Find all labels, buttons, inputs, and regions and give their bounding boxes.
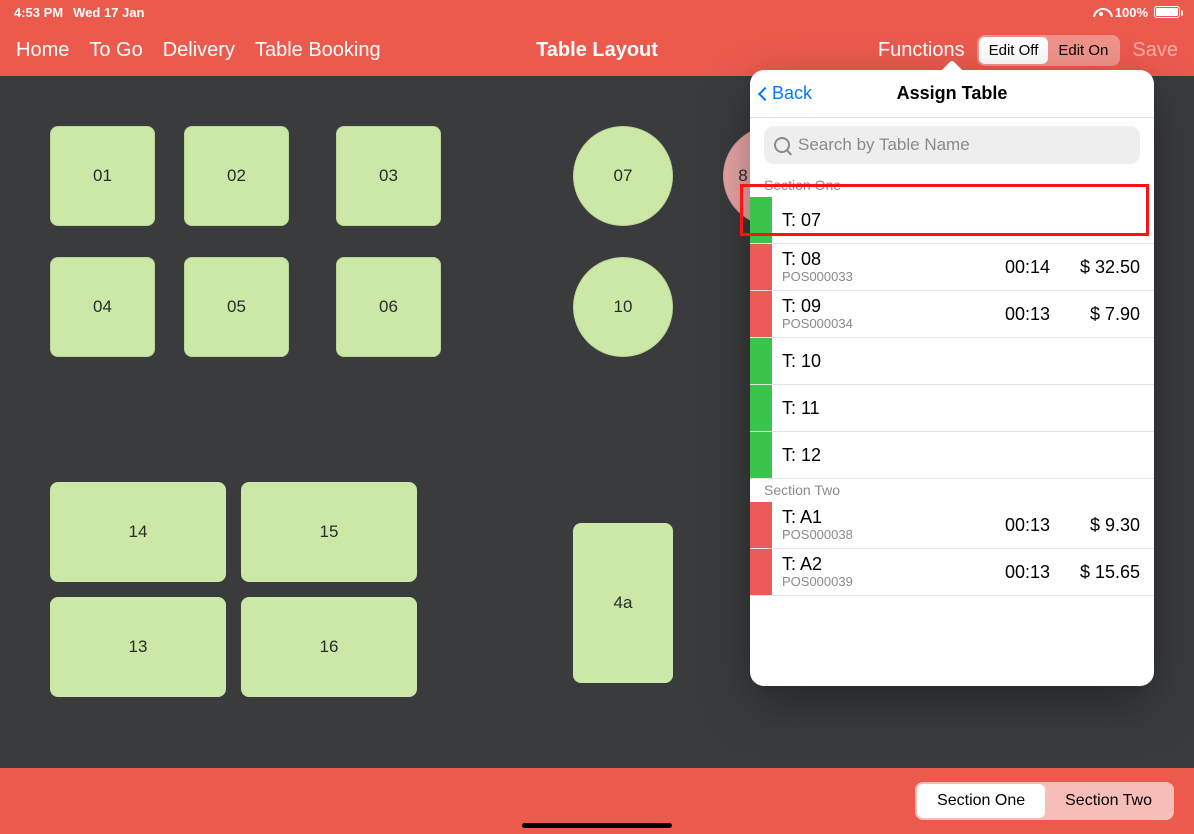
nav-delivery[interactable]: Delivery <box>163 39 235 62</box>
search-placeholder: Search by Table Name <box>798 135 970 155</box>
list-row-t11[interactable]: T: 11 <box>750 385 1154 432</box>
list-row-t07[interactable]: T: 07 <box>750 197 1154 244</box>
status-bar: 4:53 PM Wed 17 Jan 100% <box>0 0 1194 24</box>
status-chip-red <box>750 549 772 595</box>
row-amount: $ 32.50 <box>1050 257 1140 278</box>
row-timer: 00:13 <box>970 562 1050 583</box>
home-indicator <box>522 823 672 828</box>
chevron-left-icon <box>758 86 772 100</box>
row-sub: POS000038 <box>782 528 970 543</box>
list-row-t09[interactable]: T: 09 POS000034 00:13 $ 7.90 <box>750 291 1154 338</box>
table-16[interactable]: 16 <box>241 597 417 697</box>
row-name: T: 09 <box>782 296 970 317</box>
row-name: T: 11 <box>782 398 1140 419</box>
popover-arrow <box>940 60 964 72</box>
battery-icon <box>1154 6 1180 18</box>
status-chip-green <box>750 338 772 384</box>
assign-table-popover: Back Assign Table Search by Table Name S… <box>750 70 1154 686</box>
status-chip-green <box>750 197 772 243</box>
popover-header: Back Assign Table <box>750 70 1154 118</box>
list-row-t10[interactable]: T: 10 <box>750 338 1154 385</box>
search-icon <box>774 137 790 153</box>
nav-functions[interactable]: Functions <box>878 39 965 62</box>
row-sub: POS000033 <box>782 270 970 285</box>
edit-off-button[interactable]: Edit Off <box>979 37 1049 64</box>
status-chip-green <box>750 432 772 478</box>
row-name: T: 07 <box>782 210 1140 231</box>
row-name: T: 12 <box>782 445 1140 466</box>
row-name: T: A2 <box>782 554 970 575</box>
nav-home[interactable]: Home <box>16 39 69 62</box>
row-name: T: 10 <box>782 351 1140 372</box>
table-02[interactable]: 02 <box>184 126 289 226</box>
list-row-t08[interactable]: T: 08 POS000033 00:14 $ 32.50 <box>750 244 1154 291</box>
table-05[interactable]: 05 <box>184 257 289 357</box>
row-amount: $ 15.65 <box>1050 562 1140 583</box>
row-amount: $ 7.90 <box>1050 304 1140 325</box>
table-01[interactable]: 01 <box>50 126 155 226</box>
table-14[interactable]: 14 <box>50 482 226 582</box>
status-chip-green <box>750 385 772 431</box>
table-03[interactable]: 03 <box>336 126 441 226</box>
table-07[interactable]: 07 <box>573 126 673 226</box>
edit-mode-segmented: Edit Off Edit On <box>977 35 1121 66</box>
table-15[interactable]: 15 <box>241 482 417 582</box>
nav-bar: Home To Go Delivery Table Booking Table … <box>0 24 1194 76</box>
status-chip-red <box>750 502 772 548</box>
search-input[interactable]: Search by Table Name <box>764 126 1140 164</box>
table-06[interactable]: 06 <box>336 257 441 357</box>
row-timer: 00:13 <box>970 304 1050 325</box>
list-row-t12[interactable]: T: 12 <box>750 432 1154 479</box>
section-one-button[interactable]: Section One <box>917 784 1045 818</box>
status-chip-red <box>750 291 772 337</box>
row-timer: 00:13 <box>970 515 1050 536</box>
section-header-two: Section Two <box>750 479 1154 502</box>
row-sub: POS000039 <box>782 575 970 590</box>
nav-togo[interactable]: To Go <box>89 39 142 62</box>
row-name: T: 08 <box>782 249 970 270</box>
popover-title: Assign Table <box>897 83 1008 104</box>
status-chip-red <box>750 244 772 290</box>
table-list: Section One T: 07 T: 08 POS000033 00:14 … <box>750 174 1154 686</box>
save-button[interactable]: Save <box>1132 39 1178 62</box>
table-10[interactable]: 10 <box>573 257 673 357</box>
status-time: 4:53 PM <box>14 5 63 20</box>
back-button[interactable]: Back <box>760 83 812 104</box>
table-13[interactable]: 13 <box>50 597 226 697</box>
section-two-button[interactable]: Section Two <box>1045 784 1172 818</box>
battery-pct: 100% <box>1115 5 1148 20</box>
section-segmented: Section One Section Two <box>915 782 1174 820</box>
edit-on-button[interactable]: Edit On <box>1048 37 1118 64</box>
section-header-one: Section One <box>750 174 1154 197</box>
wifi-icon <box>1093 6 1109 18</box>
table-04[interactable]: 04 <box>50 257 155 357</box>
nav-table-booking[interactable]: Table Booking <box>255 39 381 62</box>
list-row-ta1[interactable]: T: A1 POS000038 00:13 $ 9.30 <box>750 502 1154 549</box>
row-name: T: A1 <box>782 507 970 528</box>
row-sub: POS000034 <box>782 317 970 332</box>
row-amount: $ 9.30 <box>1050 515 1140 536</box>
table-4a[interactable]: 4a <box>573 523 673 683</box>
status-date: Wed 17 Jan <box>73 5 144 20</box>
row-timer: 00:14 <box>970 257 1050 278</box>
list-row-ta2[interactable]: T: A2 POS000039 00:13 $ 15.65 <box>750 549 1154 596</box>
page-title: Table Layout <box>536 39 658 62</box>
back-label: Back <box>772 83 812 104</box>
